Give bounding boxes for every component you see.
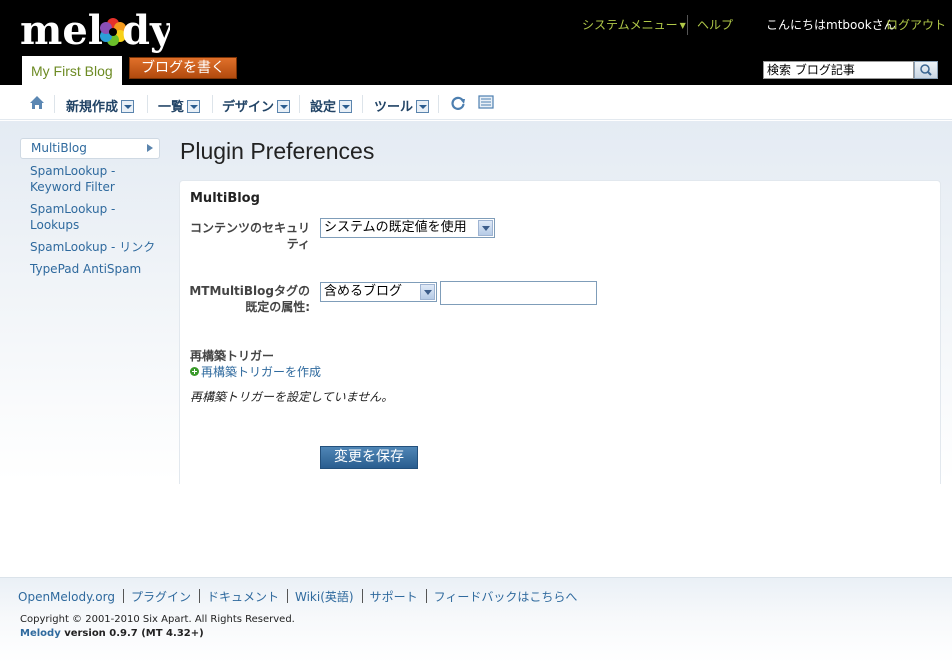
home-icon[interactable]	[29, 95, 45, 110]
search-icon	[920, 64, 932, 76]
create-trigger-label: 再構築トリガーを作成	[201, 365, 322, 379]
sidebar: MultiBlog SpamLookup - Keyword Filter Sp…	[20, 138, 160, 277]
header-bar: melody mel dy My First Blog ブログを書く システムメ…	[0, 0, 952, 85]
chevron-down-icon	[478, 220, 493, 236]
svg-text:mel: mel	[20, 8, 103, 54]
content-security-select[interactable]: システムの既定値を使用	[320, 218, 495, 238]
system-menu-label: システムメニュー	[582, 18, 678, 32]
divider	[687, 15, 688, 35]
divider	[212, 95, 213, 113]
write-entry-button[interactable]: ブログを書く	[129, 57, 237, 79]
footer-links: OpenMelody.org プラグイン ドキュメント Wiki(英語) サポート フィー…	[18, 588, 577, 605]
logout-link[interactable]: ログアウト	[886, 16, 946, 33]
divider	[438, 95, 439, 113]
tag-attr-value: 含めるブログ	[324, 284, 403, 299]
chevron-down-icon	[420, 284, 435, 300]
chevron-down-icon[interactable]	[187, 100, 201, 113]
view-site-icon[interactable]	[478, 95, 494, 109]
version-info: Melody version 0.9.7 (MT 4.32+)	[20, 628, 204, 639]
chevron-down-icon[interactable]	[121, 100, 135, 113]
sidebar-item-multiblog[interactable]: MultiBlog	[20, 138, 160, 159]
help-link[interactable]: ヘルプ	[697, 16, 733, 33]
nav-new-label: 新規作成	[66, 100, 119, 115]
divider	[122, 589, 124, 603]
sidebar-item-spamlookup-keyword[interactable]: SpamLookup - Keyword Filter	[30, 163, 130, 195]
nav-tools[interactable]: ツール	[374, 96, 430, 115]
chevron-down-icon[interactable]	[339, 100, 353, 113]
content-security-value: システムの既定値を使用	[324, 220, 467, 235]
search-button[interactable]	[914, 61, 938, 79]
chevron-down-icon[interactable]	[416, 100, 430, 113]
divider	[299, 95, 300, 113]
plus-icon	[190, 367, 199, 376]
nav-tools-label: ツール	[374, 100, 414, 115]
footer-link-plugins[interactable]: プラグイン	[131, 590, 191, 604]
nav-new[interactable]: 新規作成	[66, 96, 135, 115]
no-trigger-message: 再構築トリガーを設定していません。	[190, 390, 394, 404]
page-title: Plugin Preferences	[180, 138, 375, 164]
divider	[147, 95, 148, 113]
system-menu-link[interactable]: システムメニュー ▼	[582, 16, 686, 33]
copyright: Copyright © 2001-2010 Six Apart. All Rig…	[20, 614, 295, 625]
nav-design-label: デザイン	[222, 100, 275, 115]
tag-attr-input[interactable]	[440, 281, 597, 305]
nav-settings[interactable]: 設定	[310, 96, 353, 115]
save-button[interactable]: 変更を保存	[320, 446, 418, 469]
nav-list[interactable]: 一覧	[158, 96, 201, 115]
divider	[362, 95, 363, 113]
create-trigger-link[interactable]: 再構築トリガーを作成	[190, 363, 321, 380]
main-nav: 新規作成 一覧 デザイン 設定 ツール	[0, 85, 952, 120]
melody-logo[interactable]: melody mel dy	[20, 8, 175, 54]
content-security-label: コンテンツのセキュリティ	[189, 221, 310, 251]
user-greeting: こんにちはmtbookさん	[766, 18, 896, 32]
sidebar-item-spamlookup-lookups[interactable]: SpamLookup - Lookups	[30, 201, 130, 233]
footer-link-feedback[interactable]: フィードバックはこちらへ	[434, 590, 578, 604]
blog-tab[interactable]: My First Blog	[22, 56, 122, 85]
refresh-icon[interactable]	[450, 95, 466, 110]
divider	[287, 589, 288, 603]
divider	[425, 589, 427, 603]
footer-link-openmelody[interactable]: OpenMelody.org	[18, 590, 115, 604]
search-input[interactable]: 検索 ブログ記事	[763, 61, 914, 79]
nav-list-label: 一覧	[158, 100, 185, 115]
nav-design[interactable]: デザイン	[222, 96, 291, 115]
logo-graphic: mel dy	[20, 8, 170, 54]
panel-title: MultiBlog	[190, 191, 260, 206]
footer-link-support[interactable]: サポート	[370, 590, 418, 604]
version-text: version 0.9.7 (MT 4.32+)	[60, 628, 204, 639]
tag-attr-label: MTMultiBlogタグの既定の属性:	[189, 284, 310, 314]
nav-settings-label: 設定	[310, 100, 337, 115]
divider	[54, 95, 55, 113]
triangle-down-icon: ▼	[679, 21, 686, 30]
footer-link-docs[interactable]: ドキュメント	[207, 590, 279, 604]
chevron-down-icon[interactable]	[277, 100, 291, 113]
version-brand[interactable]: Melody	[20, 628, 61, 639]
trigger-heading: 再構築トリガー	[190, 349, 275, 363]
tag-attr-select[interactable]: 含めるブログ	[320, 282, 437, 302]
divider	[361, 589, 363, 603]
sidebar-item-typepad-antispam[interactable]: TypePad AntiSpam	[30, 261, 160, 277]
divider	[198, 589, 200, 603]
footer-link-wiki[interactable]: Wiki(英語)	[295, 590, 354, 604]
sidebar-item-spamlookup-link[interactable]: SpamLookup - リンク	[30, 239, 160, 255]
svg-text:dy: dy	[122, 8, 170, 54]
